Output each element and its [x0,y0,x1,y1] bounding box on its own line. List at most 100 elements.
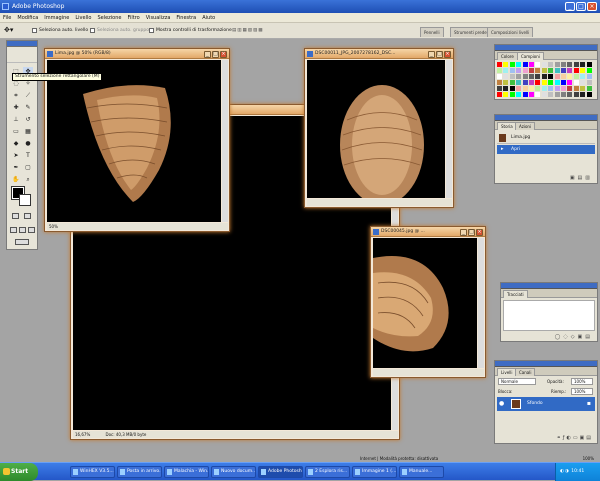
document-window-dsc00011[interactable]: DSC00011_JPG_2007278162_DSC... _ □ × [304,48,454,208]
color-swatch[interactable] [516,80,522,85]
background-color-swatch[interactable] [19,194,31,206]
color-swatch[interactable] [522,62,528,67]
fill-field[interactable]: 100% [571,388,593,395]
color-swatch[interactable] [535,68,541,73]
color-swatch[interactable] [535,80,541,85]
taskbar-item[interactable]: Manuale... [399,466,444,478]
opacity-field[interactable]: 100% [571,378,593,385]
color-swatch[interactable] [554,74,560,79]
color-swatch[interactable] [503,62,509,67]
color-swatch[interactable] [535,92,541,97]
color-swatch[interactable] [535,74,541,79]
color-swatch[interactable] [567,74,573,79]
color-swatch[interactable] [522,68,528,73]
color-swatch[interactable] [580,62,586,67]
hand-tool-icon[interactable]: ✋ [11,175,21,184]
paths-action-icons[interactable]: ◯◌◇▣▤ [555,334,593,340]
layer-row-background[interactable]: ● Sfondo ▪ [497,397,595,411]
document-canvas[interactable] [373,238,477,368]
align-icons[interactable]: ▤▥▦▧▨▩ [232,27,264,34]
tab-layers[interactable]: Livelli [497,368,517,376]
maximize-button[interactable]: □ [576,2,586,11]
color-swatch[interactable] [561,80,566,85]
tab-history[interactable]: Storia [497,122,517,130]
color-swatch[interactable] [522,92,528,97]
color-swatch[interactable] [522,86,528,91]
color-swatch[interactable] [573,68,579,73]
color-swatch[interactable] [548,80,554,85]
color-swatch[interactable] [573,86,579,91]
color-swatch[interactable] [529,68,534,73]
auto-select-layer-checkbox[interactable] [32,28,37,33]
color-swatch[interactable] [580,92,586,97]
color-swatch[interactable] [509,92,515,97]
taskbar-item[interactable]: WinHEX V3.5... [70,466,115,478]
color-swatch[interactable] [516,68,522,73]
color-swatch[interactable] [529,92,534,97]
screen-mode-menu-icon[interactable] [19,227,26,233]
color-swatch[interactable] [567,80,573,85]
history-brush-icon[interactable]: ↺ [23,115,33,124]
color-swatch[interactable] [554,92,560,97]
color-swatch[interactable] [586,74,592,79]
menu-help[interactable]: Aiuto [199,13,218,23]
color-swatch[interactable] [567,68,573,73]
taskbar-item[interactable]: Posta in arrivo... [117,466,162,478]
color-swatch[interactable] [573,62,579,67]
minimize-button[interactable]: _ [460,229,467,236]
color-swatch[interactable] [561,92,566,97]
path-select-icon[interactable]: ➤ [11,151,21,160]
color-swatch[interactable] [567,92,573,97]
minimize-button[interactable]: _ [428,51,435,58]
color-swatch[interactable] [516,86,522,91]
color-swatch[interactable] [516,74,522,79]
menu-filter[interactable]: Filtro [124,13,142,23]
vertical-scrollbar[interactable] [446,60,452,198]
zoom-tool-icon[interactable]: ⌕ [23,175,33,184]
history-action-icons[interactable]: ▣▤▥ [570,175,593,181]
close-button[interactable]: × [444,51,451,58]
color-swatch[interactable] [586,80,592,85]
color-swatch[interactable] [561,74,566,79]
color-swatch[interactable] [586,92,592,97]
color-swatch[interactable] [497,62,502,67]
palette-tab-comps[interactable]: Composizioni livelli [487,27,534,37]
color-swatch[interactable] [586,86,592,91]
vertical-scrollbar[interactable] [222,60,228,222]
color-swatch[interactable] [529,62,534,67]
color-swatch[interactable] [573,74,579,79]
maximize-button[interactable]: □ [468,229,475,236]
color-swatch[interactable] [541,86,547,91]
color-swatch[interactable] [567,86,573,91]
show-transform-checkbox[interactable] [149,28,154,33]
color-swatch[interactable] [554,80,560,85]
standard-mode-icon[interactable] [12,213,19,219]
color-swatch[interactable] [522,74,528,79]
color-swatch[interactable] [580,80,586,85]
menu-edit[interactable]: Modifica [14,13,41,23]
color-swatch[interactable] [529,74,534,79]
color-swatch[interactable] [548,68,554,73]
taskbar-item[interactable]: Adobe Photosh... [258,466,303,478]
crop-tool-icon[interactable]: ⌗ [11,91,21,100]
color-swatch[interactable] [561,68,566,73]
tab-paths[interactable]: Tracciati [503,290,528,298]
screen-mode-full-icon[interactable] [28,227,35,233]
color-swatch[interactable] [573,80,579,85]
browser-zoom[interactable]: 100% [583,455,594,462]
taskbar-item[interactable]: Immagine 1 (... [352,466,397,478]
menu-file[interactable]: File [0,13,14,23]
history-state-selected[interactable]: ▸ Apri [497,145,595,154]
imageready-jump-icon[interactable] [15,239,29,245]
eraser-tool-icon[interactable]: ▭ [11,127,21,136]
shape-tool-icon[interactable]: ▢ [23,163,33,172]
stamp-tool-icon[interactable]: ⊥ [11,115,21,124]
taskbar-item[interactable]: 2 Esplora ris... [305,466,350,478]
color-swatch[interactable] [509,62,515,67]
menu-window[interactable]: Finestra [173,13,199,23]
paths-list[interactable] [503,300,595,331]
maximize-button[interactable]: □ [212,51,219,58]
color-swatch[interactable] [548,86,554,91]
screen-mode-standard-icon[interactable] [10,227,17,233]
tray-icons[interactable]: ◐◑ [560,469,570,474]
